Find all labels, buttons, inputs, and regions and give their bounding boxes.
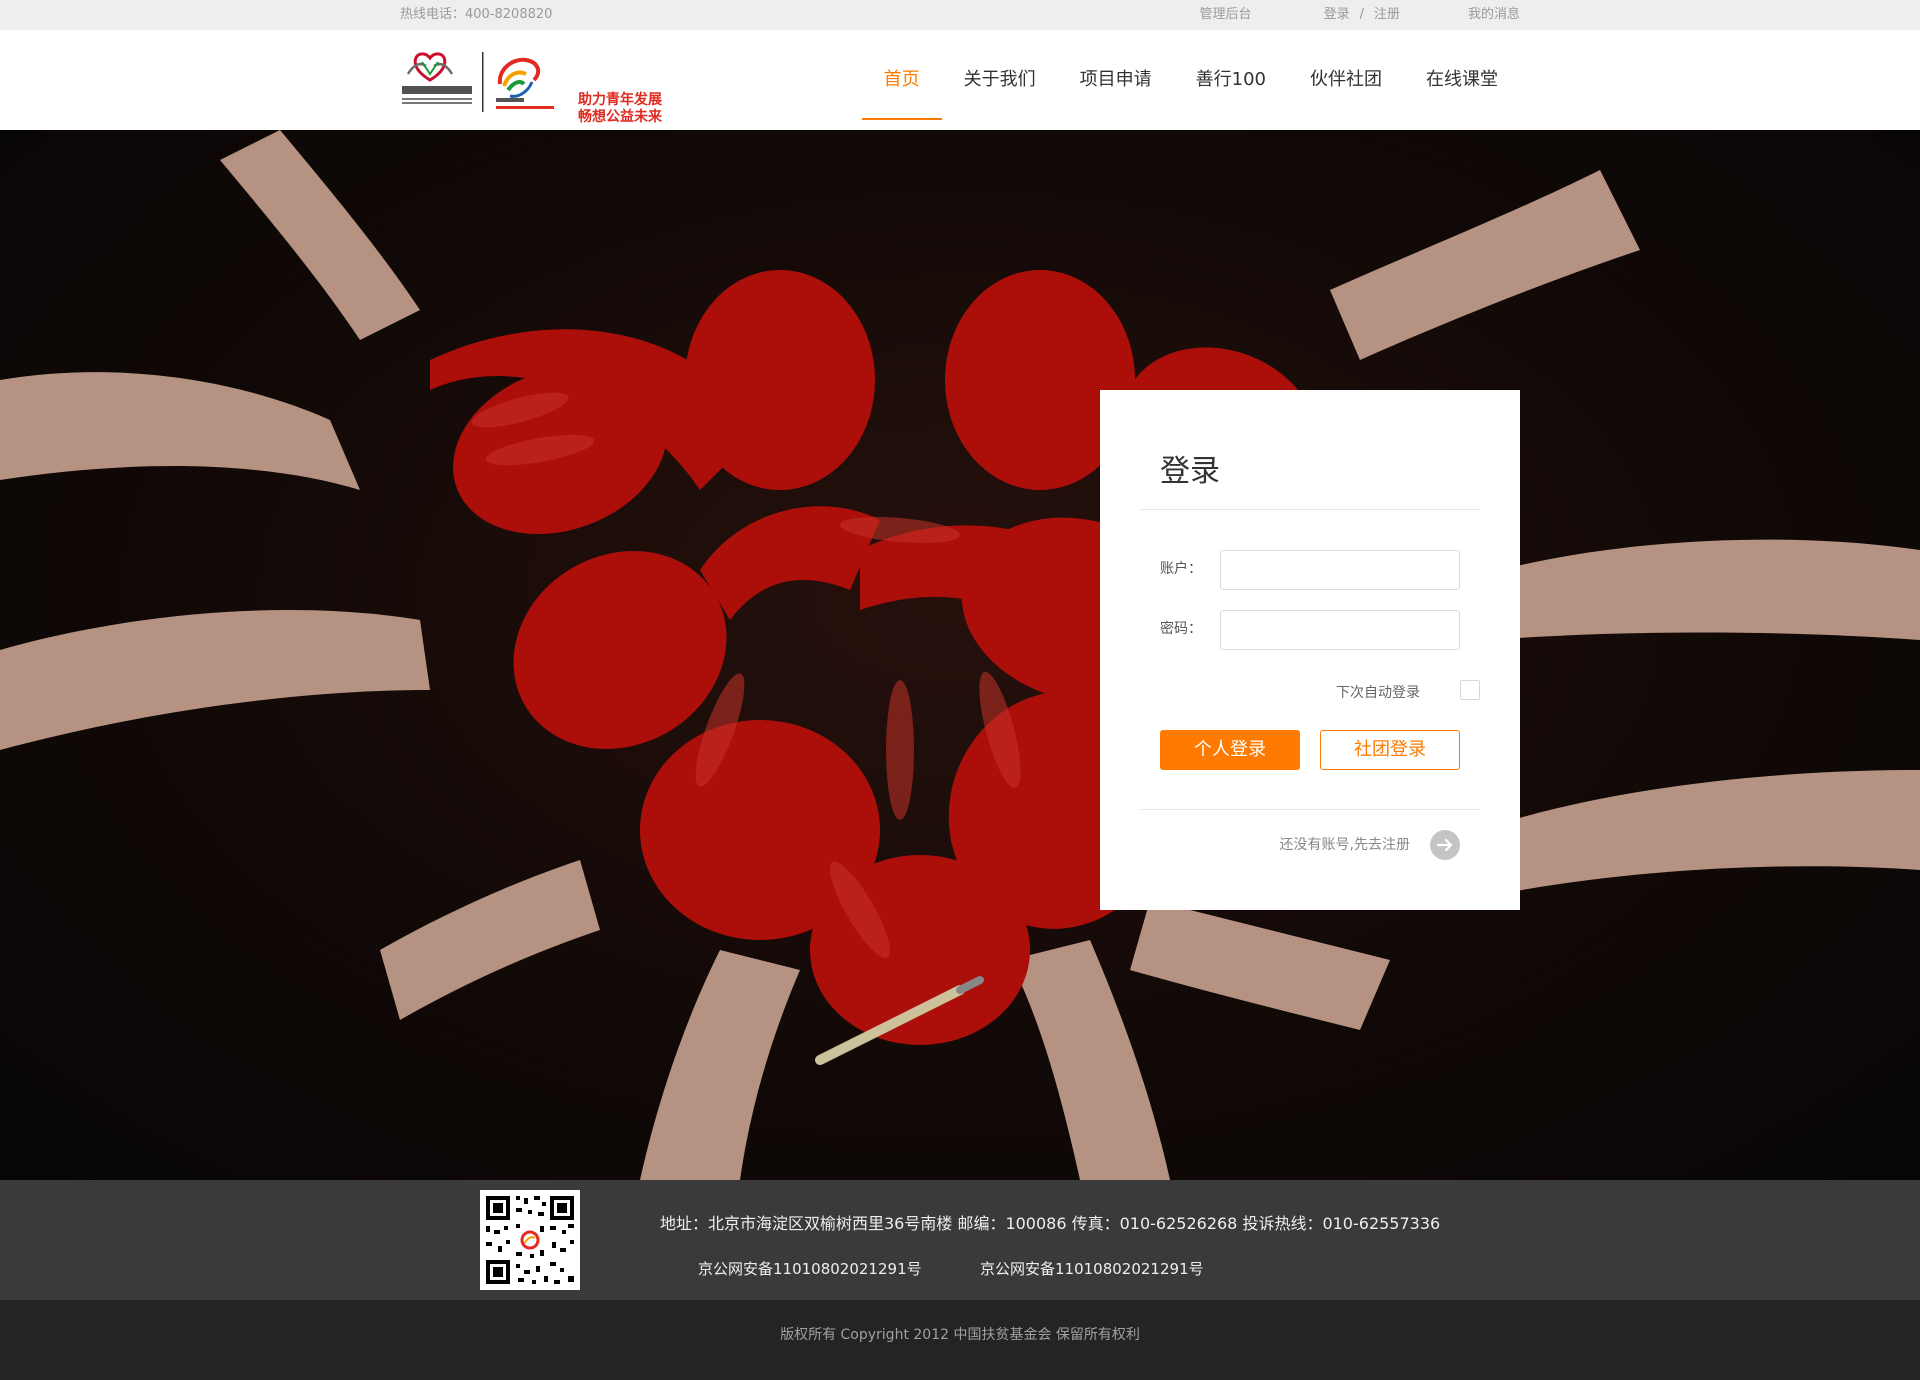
footer: 地址：北京市海淀区双榆树西里36号南楼 邮编：100086 传真：010-625… [0,1180,1920,1300]
qr-code-icon [480,1190,580,1290]
password-label: 密码： [1160,621,1202,637]
register-link-top[interactable]: 注册 [1374,0,1400,30]
logo-slogan: 助力青年发展 畅想公益未来 [578,92,662,126]
header: 助力青年发展 畅想公益未来 首页 关于我们 项目申请 善行100 伙伴社团 在线… [0,30,1920,130]
top-links: 管理后台 登录 / 注册 我的消息 [1200,0,1520,30]
site-logo[interactable]: 助力青年发展 畅想公益未来 [400,44,670,125]
hero-banner: 登录 账户： 密码： 下次自动登录 个人登录 社团登录 还没有账号,先去注册 [0,130,1920,1180]
login-link[interactable]: 登录 [1324,0,1350,30]
foundation-logo-icon [402,52,554,112]
main-nav: 首页 关于我们 项目申请 善行100 伙伴社团 在线课堂 [861,30,1520,130]
remember-label: 下次自动登录 [1336,685,1420,701]
footer-icp-1[interactable]: 京公网安备11010802021291号 [698,1258,922,1279]
nav-project-apply[interactable]: 项目申请 [1058,30,1174,130]
group-login-button[interactable]: 社团登录 [1320,730,1460,770]
nav-about[interactable]: 关于我们 [942,30,1058,130]
account-input[interactable] [1220,550,1460,590]
remember-checkbox[interactable] [1460,680,1480,700]
nav-good-deeds[interactable]: 善行100 [1174,30,1288,130]
copyright-bar: 版权所有 Copyright 2012 中国扶贫基金会 保留所有权利 [0,1300,1920,1380]
arrow-right-glyph-icon [1436,838,1453,852]
admin-link[interactable]: 管理后台 [1200,0,1252,30]
messages-link[interactable]: 我的消息 [1468,0,1520,30]
password-input[interactable] [1220,610,1460,650]
title-divider [1140,509,1480,510]
register-prompt-link[interactable]: 还没有账号,先去注册 [1280,834,1410,854]
login-card: 登录 账户： 密码： 下次自动登录 个人登录 社团登录 还没有账号,先去注册 [1100,390,1520,910]
footer-icp-2[interactable]: 京公网安备11010802021291号 [980,1258,1204,1279]
personal-login-button[interactable]: 个人登录 [1160,730,1300,770]
top-bar: 热线电话：400-8208820 管理后台 登录 / 注册 我的消息 [0,0,1920,30]
slogan-line2: 畅想公益未来 [578,109,662,125]
nav-online-class[interactable]: 在线课堂 [1404,30,1520,130]
nav-home[interactable]: 首页 [861,30,942,130]
slogan-line1: 助力青年发展 [578,92,662,108]
footer-address: 地址：北京市海淀区双榆树西里36号南楼 邮编：100086 传真：010-625… [660,1214,1441,1233]
qr-code-pattern-icon [486,1196,574,1284]
login-title: 登录 [1160,454,1220,489]
nav-partner-clubs[interactable]: 伙伴社团 [1288,30,1404,130]
bottom-divider [1140,809,1480,810]
arrow-right-icon[interactable] [1430,830,1460,860]
link-separator: / [1359,7,1364,22]
copyright-text: 版权所有 Copyright 2012 中国扶贫基金会 保留所有权利 [780,1327,1140,1343]
hotline-text: 热线电话：400-8208820 [400,7,553,22]
painted-hands-heart-image [0,130,1920,1180]
account-label: 账户： [1160,561,1202,577]
